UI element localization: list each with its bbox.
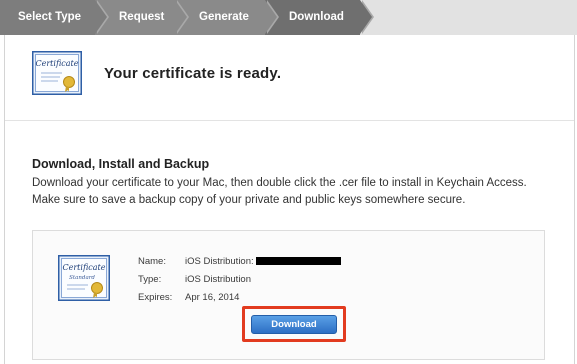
certificate-icon-subtext: Standard [69, 275, 95, 281]
download-highlight-box: Download [242, 306, 346, 342]
name-label: Name: [138, 256, 166, 267]
type-value: iOS Distribution [185, 274, 251, 285]
certificate-icon: Certificate [32, 51, 82, 95]
download-button[interactable]: Download [251, 315, 337, 334]
expires-value: Apr 16, 2014 [185, 292, 240, 303]
name-value-text: iOS Distribution: [185, 256, 254, 267]
section-description: Download your certificate to your Mac, t… [32, 177, 527, 206]
section-title: Download, Install and Backup [32, 157, 210, 171]
redacted-name [255, 257, 341, 266]
certificate-download-page: Select Type Request Generate Download Ce… [0, 0, 577, 364]
certificate-icon-text: Certificate [63, 263, 106, 272]
step-bar-filler [360, 0, 577, 35]
step-select-type[interactable]: Select Type [0, 0, 109, 35]
certificate-ready-header: Certificate Your certificate is ready. [5, 35, 574, 121]
expires-label: Expires: [138, 292, 173, 303]
certificate-card: Certificate Standard Name: iOS Distribut… [32, 230, 545, 360]
type-label: Type: [138, 274, 162, 285]
certificate-icon-text: Certificate [36, 59, 79, 68]
main-panel: Certificate Your certificate is ready. D… [4, 35, 575, 364]
certificate-icon: Certificate Standard [58, 255, 110, 301]
page-title: Your certificate is ready. [104, 65, 282, 82]
step-progress-bar: Select Type Request Generate Download [0, 0, 577, 35]
name-value: iOS Distribution: [185, 253, 341, 271]
step-download[interactable]: Download [265, 0, 374, 35]
